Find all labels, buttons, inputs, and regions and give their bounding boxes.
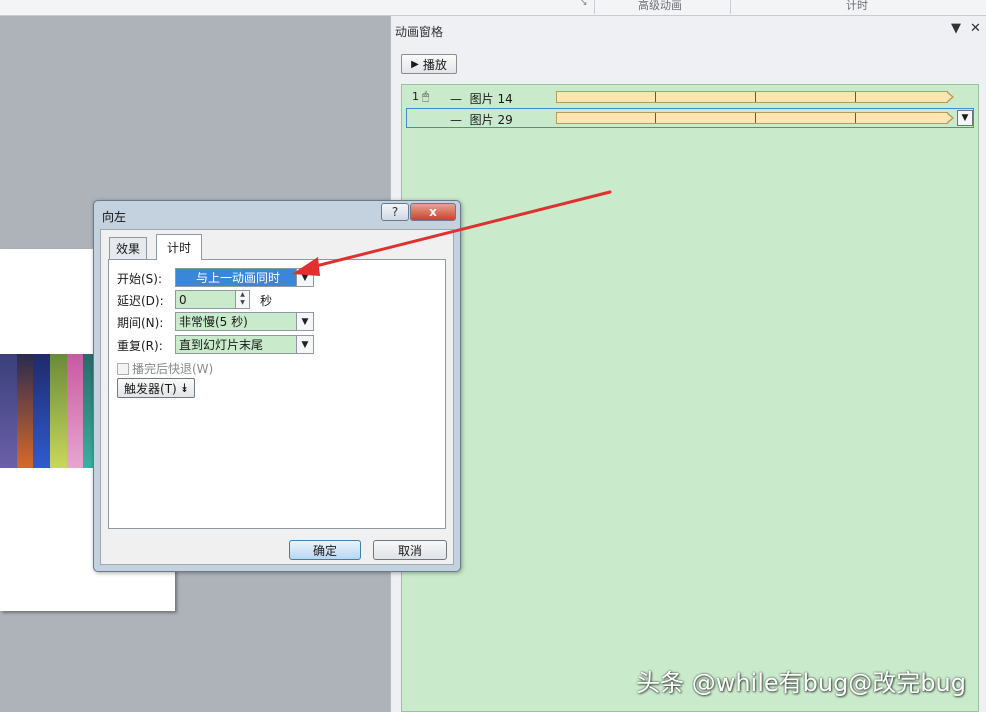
timeline-tick <box>855 92 856 102</box>
repeat-select-value: 直到幻灯片末尾 <box>179 338 264 352</box>
animation-item-index: 1 <box>412 90 419 103</box>
dialog-close-button[interactable]: x <box>410 203 456 221</box>
start-select-value: 与上一动画同时 <box>196 271 281 285</box>
repeat-select[interactable]: 直到幻灯片末尾 ▼ <box>175 335 314 354</box>
ribbon-group-advanced-animation: 高级动画 <box>638 0 682 12</box>
cancel-button[interactable]: 取消 <box>373 540 447 560</box>
animation-item-name: — 图片 29 <box>450 111 513 128</box>
mouse-click-icon: 🖱 <box>422 89 430 103</box>
timeline-tick <box>755 92 756 102</box>
watermark: 头条 @while有bug@改完bug <box>636 669 966 697</box>
dialog-launcher-icon[interactable]: ↘ <box>580 0 588 8</box>
slide-picture[interactable] <box>0 354 101 468</box>
timeline-bar[interactable] <box>556 112 948 124</box>
animation-item-dash: — <box>450 92 462 106</box>
delay-label: 延迟(D): <box>117 294 164 308</box>
delay-input[interactable]: 0 ▲ ▼ <box>175 290 250 309</box>
animation-item-label: 图片 14 <box>469 92 513 106</box>
duration-label: 期间(N): <box>117 316 164 330</box>
start-label: 开始(S): <box>117 272 163 286</box>
chevron-down-icon[interactable]: ▼ <box>296 313 313 330</box>
play-button-label: 播放 <box>422 57 447 72</box>
animation-pane: 动画窗格 ▼ ✕ ▶ 播放 1 🖱 — 图片 14 — 图片 29 ▼ <box>390 16 986 712</box>
timeline-bar[interactable] <box>556 91 948 103</box>
duration-select[interactable]: 非常慢(5 秒) ▼ <box>175 312 314 331</box>
dialog-body: 效果 计时 开始(S): 与上一动画同时 ▼ 延迟(D): 0 ▲ ▼ 秒 期间(… <box>100 229 454 565</box>
animation-list: 1 🖱 — 图片 14 — 图片 29 ▼ <box>401 84 979 712</box>
double-chevron-down-icon: ⯯ <box>180 380 188 395</box>
rewind-label: 播完后快退(W) <box>132 362 214 376</box>
play-button[interactable]: ▶ 播放 <box>401 54 457 74</box>
repeat-label: 重复(R): <box>117 339 163 353</box>
chevron-down-icon[interactable]: ▼ <box>296 269 313 286</box>
pane-title: 动画窗格 <box>395 25 444 39</box>
animation-item-selected[interactable]: — 图片 29 ▼ <box>406 108 974 128</box>
item-dropdown-icon[interactable]: ▼ <box>957 110 973 126</box>
rewind-checkbox <box>117 362 129 375</box>
pane-close-icon[interactable]: ✕ <box>970 21 981 36</box>
animation-item-dash: — <box>450 113 462 127</box>
effect-options-dialog: 向左 ? x 效果 计时 开始(S): 与上一动画同时 ▼ 延迟(D): 0 ▲… <box>93 200 461 572</box>
timeline-bar-end <box>946 112 954 124</box>
trigger-button[interactable]: 触发器(T) ⯯ <box>117 378 195 398</box>
dialog-title: 向左 <box>102 210 127 224</box>
ribbon-group-timing: 计时 <box>846 0 868 12</box>
animation-item-name: — 图片 14 <box>450 90 513 107</box>
tab-timing[interactable]: 计时 <box>156 234 203 260</box>
delay-unit: 秒 <box>260 294 273 308</box>
animation-item-label: 图片 29 <box>469 113 513 127</box>
ribbon-separator <box>730 0 731 14</box>
ribbon-strip: ↘ 高级动画 计时 <box>0 0 986 16</box>
play-icon: ▶ <box>411 58 419 70</box>
delay-value: 0 <box>179 292 187 307</box>
timeline-bar-end <box>946 91 954 103</box>
timeline-tick <box>755 113 756 123</box>
start-select[interactable]: 与上一动画同时 ▼ <box>175 268 314 287</box>
tab-effect[interactable]: 效果 <box>109 237 148 259</box>
ok-button[interactable]: 确定 <box>289 540 361 560</box>
help-button[interactable]: ? <box>381 203 409 221</box>
chevron-down-icon[interactable]: ▼ <box>296 336 313 353</box>
trigger-label: 触发器(T) <box>124 381 177 396</box>
rewind-option: 播完后快退(W) <box>117 360 213 377</box>
timeline-tick <box>655 113 656 123</box>
timeline-tick <box>855 113 856 123</box>
timeline-tick <box>655 92 656 102</box>
delay-spinner-icon[interactable]: ▲ ▼ <box>235 291 249 308</box>
animation-item[interactable]: 1 🖱 — 图片 14 <box>406 87 974 107</box>
ribbon-separator <box>594 0 595 14</box>
timing-tab-page: 开始(S): 与上一动画同时 ▼ 延迟(D): 0 ▲ ▼ 秒 期间(N): 非常… <box>108 259 446 529</box>
duration-select-value: 非常慢(5 秒) <box>179 315 248 329</box>
pane-menu-dropdown-icon[interactable]: ▼ <box>951 21 961 36</box>
